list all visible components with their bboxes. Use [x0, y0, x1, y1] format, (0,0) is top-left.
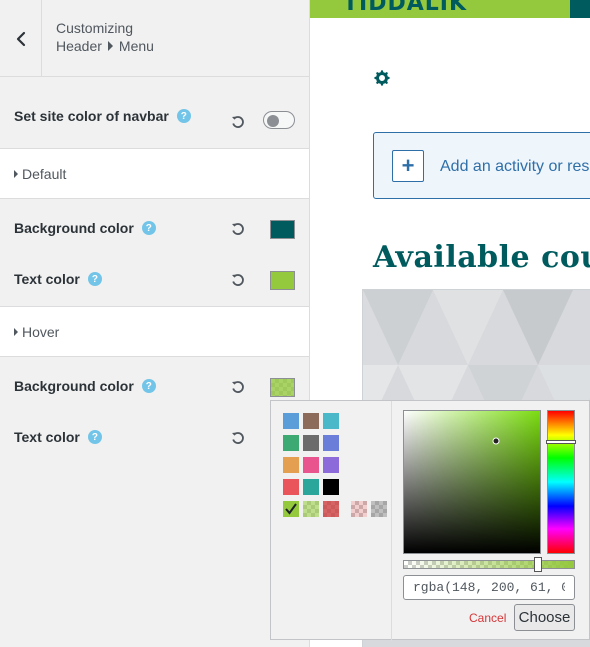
add-activity-label: Add an activity or reso — [440, 158, 590, 175]
site-logo[interactable]: TIDDALIK — [343, 0, 467, 16]
plus-icon: + — [392, 150, 424, 182]
swatch-fill — [371, 501, 387, 517]
reset-icon[interactable] — [230, 272, 246, 288]
palette-swatch[interactable] — [303, 457, 319, 473]
default-text-swatch[interactable] — [270, 271, 295, 290]
palette-swatch[interactable] — [283, 479, 299, 495]
palette-swatch[interactable] — [303, 413, 319, 429]
default-section-title[interactable]: Default — [14, 166, 66, 182]
swatch-fill — [303, 501, 319, 517]
gear-icon[interactable] — [374, 70, 390, 86]
swatch-fill — [271, 379, 294, 396]
reset-icon[interactable] — [230, 379, 246, 395]
help-icon[interactable]: ? — [141, 379, 156, 393]
hover-section-header[interactable]: Hover — [0, 306, 309, 357]
alpha-gradient — [404, 561, 574, 568]
panel-header: Customizing Header Menu — [0, 0, 309, 77]
hover-text-row: Text color ? — [0, 409, 309, 460]
hover-background-row: Background color ? — [0, 358, 309, 409]
alpha-slider[interactable] — [403, 557, 575, 572]
palette-swatch[interactable] — [303, 501, 319, 517]
default-background-swatch[interactable] — [270, 220, 295, 239]
color-palette — [271, 401, 392, 641]
toggle-knob — [267, 115, 279, 127]
palette-swatch[interactable] — [323, 501, 339, 517]
help-icon[interactable]: ? — [176, 109, 191, 123]
breadcrumb-label: Customizing — [56, 20, 134, 36]
hover-text-label: Text color ? — [14, 429, 102, 445]
hover-background-label: Background color ? — [14, 378, 156, 394]
palette-swatch[interactable] — [323, 479, 339, 495]
navbar-button[interactable] — [570, 0, 590, 18]
reset-icon[interactable] — [230, 114, 246, 130]
courses-heading: Available courses — [373, 240, 590, 275]
site-color-label: Set site color of navbar ? — [14, 108, 191, 124]
palette-swatch-selected[interactable] — [283, 501, 299, 517]
palette-swatch[interactable] — [323, 413, 339, 429]
chevron-left-icon — [16, 31, 25, 46]
swatch-fill — [351, 501, 367, 517]
default-background-label: Background color ? — [14, 220, 156, 236]
hue-slider[interactable] — [546, 410, 576, 554]
caret-right-icon — [107, 41, 113, 51]
palette-swatch[interactable] — [323, 457, 339, 473]
back-button[interactable] — [0, 0, 42, 77]
choose-button[interactable]: Choose — [514, 604, 575, 631]
palette-swatch[interactable] — [283, 435, 299, 451]
swatch-fill — [323, 501, 339, 517]
palette-swatch[interactable] — [283, 413, 299, 429]
help-icon[interactable]: ? — [141, 221, 156, 235]
palette-swatch[interactable] — [303, 479, 319, 495]
breadcrumb-current: Menu — [118, 38, 154, 54]
navbar: TIDDALIK — [310, 0, 590, 18]
help-icon[interactable]: ? — [87, 430, 102, 444]
caret-right-icon — [14, 328, 18, 336]
default-background-row: Background color ? — [0, 200, 309, 251]
caret-right-icon — [14, 170, 18, 178]
default-text-label: Text color ? — [14, 271, 102, 287]
breadcrumb-parent: Header — [56, 38, 102, 54]
reset-icon[interactable] — [230, 430, 246, 446]
palette-swatch[interactable] — [323, 435, 339, 451]
hover-background-swatch[interactable] — [270, 378, 295, 397]
color-value-input[interactable] — [403, 575, 575, 600]
default-text-row: Text color ? — [0, 251, 309, 306]
hue-handle[interactable] — [546, 440, 576, 444]
palette-swatch[interactable] — [351, 501, 367, 517]
saturation-value-area[interactable] — [403, 410, 541, 554]
help-icon[interactable]: ? — [87, 272, 102, 286]
customizer-panel: Customizing Header Menu Set site color o… — [0, 0, 310, 647]
site-color-row: Set site color of navbar ? — [0, 77, 309, 149]
site-color-toggle[interactable] — [263, 111, 295, 129]
palette-swatch[interactable] — [283, 457, 299, 473]
hover-section-title[interactable]: Hover — [14, 324, 59, 340]
palette-swatch[interactable] — [303, 435, 319, 451]
cancel-link[interactable]: Cancel — [469, 611, 506, 625]
add-activity-button[interactable]: + Add an activity or reso — [373, 132, 590, 199]
color-picker: Cancel Choose — [270, 400, 590, 641]
default-section-header[interactable]: Default — [0, 148, 309, 199]
picker-handle[interactable] — [492, 437, 500, 445]
breadcrumb: Header Menu — [56, 38, 154, 54]
saturation-gradient — [404, 411, 540, 553]
reset-icon[interactable] — [230, 221, 246, 237]
checkmark-icon — [285, 503, 297, 515]
palette-swatch[interactable] — [371, 501, 387, 517]
alpha-handle[interactable] — [534, 557, 542, 572]
